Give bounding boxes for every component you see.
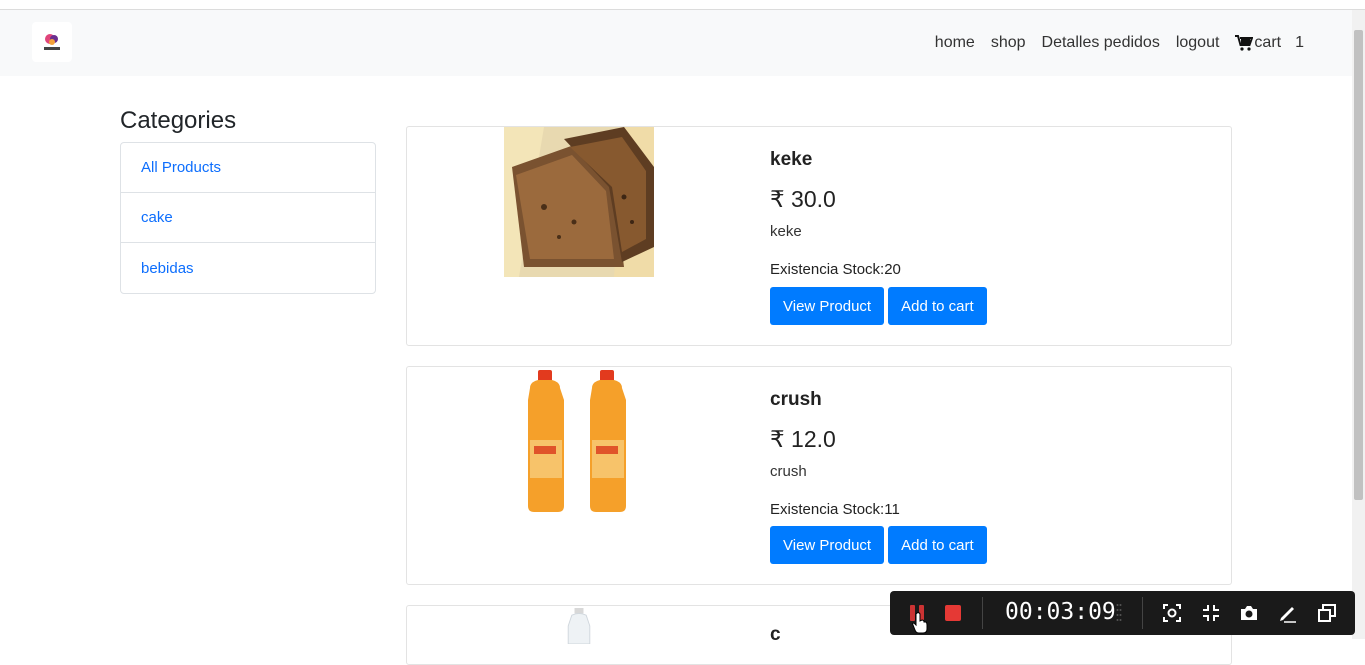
category-bebidas[interactable]: bebidas — [121, 243, 375, 293]
category-list: All Products cake bebidas — [120, 142, 376, 294]
product-card: crush ₹ 12.0 crush Existencia Stock:11 V… — [406, 366, 1232, 585]
pen-annotate-icon[interactable] — [1278, 603, 1298, 623]
product-actions: View Product Add to cart — [770, 287, 987, 325]
category-all-products[interactable]: All Products — [121, 143, 375, 193]
toolbar-divider — [982, 597, 983, 629]
product-name[interactable]: c — [770, 624, 781, 646]
main-nav: home shop Detalles pedidos logout cart 1 — [927, 10, 1312, 76]
cart-count: 1 — [1295, 34, 1304, 51]
product-image[interactable] — [504, 370, 654, 520]
product-stock: Existencia Stock:20 — [770, 261, 901, 278]
product-description: keke — [770, 223, 802, 240]
logo-icon — [44, 34, 60, 50]
drag-handle-icon[interactable] — [1116, 603, 1122, 623]
product-name[interactable]: crush — [770, 389, 822, 411]
product-card: keke ₹ 30.0 keke Existencia Stock:20 Vie… — [406, 126, 1232, 346]
navbar: home shop Detalles pedidos logout cart 1 — [0, 10, 1352, 76]
product-price: ₹ 12.0 — [770, 426, 836, 452]
scrollbar-thumb[interactable] — [1354, 30, 1363, 500]
product-image[interactable] — [504, 127, 654, 277]
cart-icon — [1235, 35, 1254, 51]
nav-home-link[interactable]: home — [927, 34, 983, 52]
product-name[interactable]: keke — [770, 149, 812, 171]
categories-heading: Categories — [120, 107, 237, 134]
brand-logo[interactable] — [32, 22, 72, 62]
product-description: crush — [770, 463, 807, 480]
exit-fullscreen-icon[interactable] — [1201, 603, 1221, 623]
view-product-button[interactable]: View Product — [770, 526, 885, 564]
product-stock: Existencia Stock:11 — [770, 501, 900, 518]
category-cake[interactable]: cake — [121, 193, 375, 243]
add-to-cart-button[interactable]: Add to cart — [888, 287, 987, 325]
screen-recorder-toolbar: 00:03:09 — [890, 591, 1355, 635]
window-mode-icon[interactable] — [1317, 603, 1337, 623]
toolbar-divider — [1142, 597, 1143, 629]
hand-cursor-icon — [912, 612, 928, 634]
page-scrollbar[interactable] — [1352, 10, 1365, 639]
product-actions: View Product Add to cart — [770, 526, 987, 564]
recording-timer: 00:03:09 — [1005, 599, 1116, 625]
nav-cart-link[interactable]: cart 1 — [1227, 34, 1312, 52]
browser-top-edge — [0, 0, 1365, 10]
cart-label: cart — [1254, 34, 1282, 51]
add-to-cart-button[interactable]: Add to cart — [888, 526, 987, 564]
view-product-button[interactable]: View Product — [770, 287, 885, 325]
nav-orders-link[interactable]: Detalles pedidos — [1034, 34, 1168, 52]
stop-record-icon[interactable] — [945, 605, 961, 621]
region-capture-icon[interactable] — [1162, 603, 1182, 623]
nav-shop-link[interactable]: shop — [983, 34, 1034, 52]
product-price: ₹ 30.0 — [770, 186, 836, 212]
nav-logout-link[interactable]: logout — [1168, 34, 1228, 52]
camera-icon[interactable] — [1239, 603, 1259, 623]
